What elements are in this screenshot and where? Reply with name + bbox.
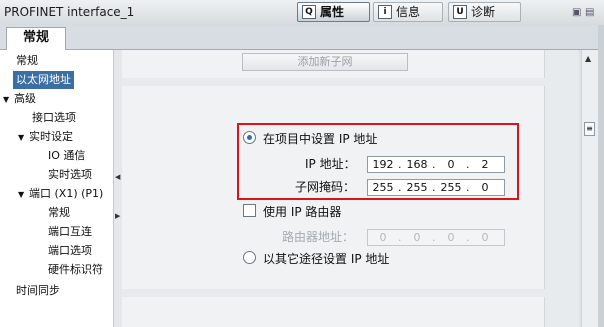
router-address-label: 路由器地址： bbox=[282, 230, 355, 244]
nav-item-port-general[interactable]: 常规 bbox=[48, 204, 70, 222]
ip-octet-1: 192 bbox=[372, 158, 394, 171]
expand-arrow-icon[interactable]: ▼ bbox=[18, 129, 29, 147]
nav-item-general[interactable]: 常规 bbox=[16, 52, 38, 70]
mask-separator: . bbox=[432, 181, 436, 194]
menu-icon[interactable]: ▤ bbox=[585, 7, 594, 18]
set-ip-in-project-radio[interactable] bbox=[243, 131, 256, 144]
ip-address-label: IP 地址： bbox=[305, 157, 356, 171]
tab-info[interactable]: i 信息 bbox=[373, 2, 443, 22]
properties-icon: Q bbox=[302, 5, 316, 19]
restore-icon[interactable]: ▣ bbox=[572, 7, 581, 18]
nav-item-port-p1[interactable]: ▼ 端口 (X1) (P1) bbox=[18, 185, 103, 203]
ip-separator: . bbox=[466, 158, 470, 171]
expand-arrow-icon[interactable]: ▼ bbox=[3, 91, 14, 109]
nav-item-interface-options[interactable]: 接口选项 bbox=[32, 109, 76, 127]
router-separator: . bbox=[398, 231, 402, 244]
nav-item-advanced-label: 高级 bbox=[14, 92, 36, 105]
set-ip-other-method-label: 以其它途径设置 IP 地址 bbox=[263, 252, 390, 266]
mask-separator: . bbox=[398, 181, 402, 194]
scroll-up-icon[interactable]: ▲ bbox=[585, 54, 591, 63]
add-subnet-button[interactable]: 添加新子网 bbox=[242, 53, 408, 71]
ip-address-field[interactable]: 192 . 168 . 0 . 2 bbox=[367, 156, 505, 173]
tab-diagnostics-label: 诊断 bbox=[471, 5, 496, 19]
router-octet-3: 0 bbox=[447, 231, 455, 244]
tab-diagnostics[interactable]: U 诊断 bbox=[448, 2, 521, 22]
ip-separator: . bbox=[432, 158, 436, 171]
subnet-mask-label: 子网掩码： bbox=[295, 180, 356, 194]
nav-item-port-interconnection[interactable]: 端口互连 bbox=[48, 223, 92, 241]
use-router-label: 使用 IP 路由器 bbox=[263, 205, 342, 219]
nav-item-port-p1-label: 端口 (X1) (P1) bbox=[29, 187, 104, 200]
section-tab-row: 常规 bbox=[0, 25, 604, 50]
tab-general[interactable]: 常规 bbox=[6, 27, 66, 50]
mask-separator: . bbox=[466, 181, 470, 194]
nav-tree: 常规 以太网地址 ▼ 高级 接口选项 ▼ 实时设定 IO 通信 实时选项 ▼ 端口 (… bbox=[0, 50, 113, 327]
nav-item-advanced[interactable]: ▼ 高级 bbox=[3, 90, 36, 108]
router-separator: . bbox=[432, 231, 436, 244]
collapse-left-icon[interactable]: ◀ bbox=[115, 173, 120, 181]
mask-octet-3: 255 bbox=[440, 181, 462, 194]
window-edge bbox=[598, 25, 604, 327]
nav-item-hardware-identifier[interactable]: 硬件标识符 bbox=[48, 261, 103, 279]
scroll-thumb[interactable]: ≡ bbox=[584, 122, 595, 136]
router-address-field[interactable]: 0 . 0 . 0 . 0 bbox=[367, 229, 505, 246]
window-title: PROFINET interface_1 bbox=[4, 5, 135, 19]
vertical-scrollbar[interactable]: ▲ ≡ bbox=[581, 50, 598, 327]
mask-octet-4: 0 bbox=[481, 181, 489, 194]
lower-pane bbox=[122, 297, 545, 327]
router-separator: . bbox=[466, 231, 470, 244]
router-octet-1: 0 bbox=[379, 231, 387, 244]
nav-item-realtime-options[interactable]: 实时选项 bbox=[48, 166, 92, 184]
nav-item-time-sync[interactable]: 时间同步 bbox=[16, 282, 60, 300]
mask-octet-2: 255 bbox=[406, 181, 428, 194]
router-octet-4: 0 bbox=[481, 231, 489, 244]
nav-item-ethernet-address[interactable]: 以太网地址 bbox=[13, 71, 74, 89]
tab-properties-label: 属性 bbox=[320, 5, 345, 19]
router-octet-2: 0 bbox=[413, 231, 421, 244]
nav-item-realtime-settings-label: 实时设定 bbox=[29, 130, 73, 143]
set-ip-other-method-radio[interactable] bbox=[243, 251, 256, 264]
expand-arrow-icon[interactable]: ▼ bbox=[18, 186, 29, 204]
content-area: 添加新子网 在项目中设置 IP 地址 IP 地址： 192 . 168 . 0 … bbox=[122, 50, 579, 327]
ip-separator: . bbox=[398, 158, 402, 171]
ip-octet-3: 0 bbox=[447, 158, 455, 171]
nav-item-realtime-settings[interactable]: ▼ 实时设定 bbox=[18, 128, 73, 146]
tab-properties[interactable]: Q 属性 bbox=[297, 2, 370, 22]
nav-item-port-options[interactable]: 端口选项 bbox=[48, 242, 92, 260]
subnet-pane: 添加新子网 bbox=[122, 50, 545, 78]
nav-item-io-communication[interactable]: IO 通信 bbox=[48, 147, 85, 165]
subnet-mask-field[interactable]: 255 . 255 . 255 . 0 bbox=[367, 179, 505, 196]
ip-octet-2: 168 bbox=[406, 158, 428, 171]
tab-info-label: 信息 bbox=[396, 5, 421, 19]
set-ip-in-project-label: 在项目中设置 IP 地址 bbox=[263, 132, 378, 146]
mask-octet-1: 255 bbox=[372, 181, 394, 194]
use-router-checkbox[interactable] bbox=[243, 204, 256, 217]
ip-octet-4: 2 bbox=[481, 158, 489, 171]
expand-right-icon[interactable]: ▶ bbox=[115, 212, 120, 220]
info-icon: i bbox=[378, 5, 392, 19]
title-bar: PROFINET interface_1 Q 属性 i 信息 U 诊断 ▣ ▤ bbox=[0, 0, 604, 26]
diagnostics-icon: U bbox=[453, 5, 467, 19]
